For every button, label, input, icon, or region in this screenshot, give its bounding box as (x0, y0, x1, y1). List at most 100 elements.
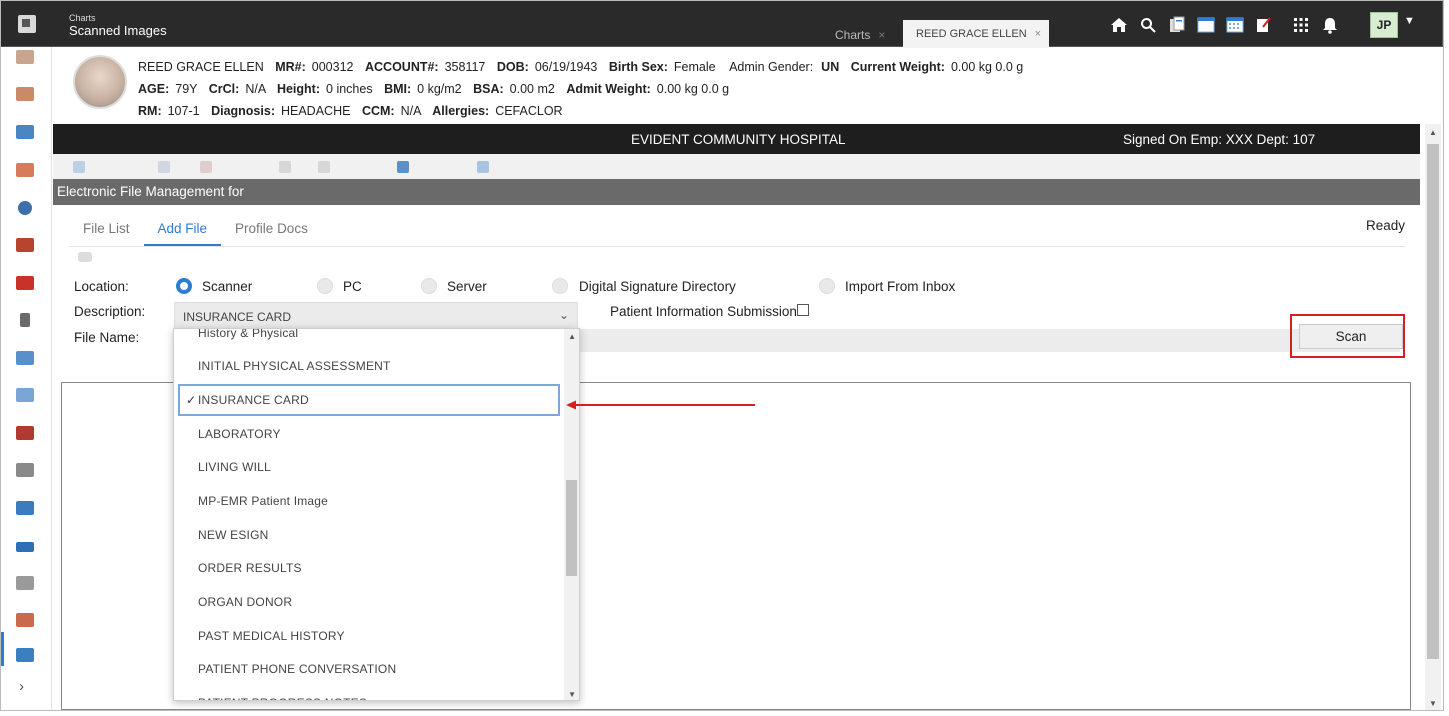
radio-server[interactable] (421, 278, 437, 294)
radio-digital-signature-directory[interactable] (552, 278, 568, 294)
mr-label: MR#: (275, 60, 306, 74)
radio-server-label: Server (447, 279, 487, 294)
scroll-down-icon[interactable]: ▼ (568, 690, 576, 699)
list-item[interactable]: ORGAN DONOR (174, 586, 566, 618)
sidebar-item-calendar-icon[interactable] (16, 501, 34, 515)
sidebar-item-chart-icon[interactable] (16, 163, 34, 177)
sidebar-item-list-icon[interactable] (16, 463, 34, 477)
sidebar-item-send-icon[interactable] (16, 388, 34, 402)
description-select[interactable]: INSURANCE CARD ⌄ (174, 302, 578, 329)
scanner-icon[interactable] (397, 161, 409, 173)
apps-grid-icon[interactable] (1291, 15, 1311, 35)
zoom-in-icon[interactable] (279, 161, 291, 173)
radio-scanner[interactable] (176, 278, 192, 294)
dropdown-scroll-thumb[interactable] (566, 480, 577, 576)
sidebar-item-globe-icon[interactable] (18, 201, 32, 215)
tab-charts-label: Charts (835, 28, 871, 42)
calendar-icon[interactable] (1225, 15, 1245, 35)
scroll-up-icon[interactable]: ▲ (568, 332, 576, 341)
chevron-down-icon[interactable]: ▼ (1404, 15, 1415, 27)
current-weight-value: 0.00 kg 0.0 g (950, 60, 1024, 74)
hospital-bar: EVIDENT COMMUNITY HOSPITAL Signed On Emp… (53, 124, 1420, 154)
page-scrollbar[interactable]: ▲ ▼ (1425, 124, 1441, 710)
send-icon[interactable] (477, 161, 489, 173)
flip-icon[interactable] (200, 161, 212, 173)
birth-sex-label: Birth Sex: (608, 60, 668, 74)
scan-button[interactable]: Scan (1299, 324, 1403, 349)
list-item[interactable]: LIVING WILL (174, 451, 566, 483)
close-icon[interactable]: × (878, 28, 885, 42)
allergies-value: CEFACLOR (495, 104, 563, 118)
user-avatar-button[interactable]: JP (1370, 12, 1398, 38)
list-item[interactable]: History & Physical (174, 329, 566, 349)
breadcrumb-parent[interactable]: Charts (69, 13, 96, 23)
tab-add-file[interactable]: Add File (143, 221, 222, 246)
radio-digital-signature-label: Digital Signature Directory (579, 279, 736, 294)
close-icon[interactable]: × (1035, 28, 1041, 40)
status-text: Ready (1366, 218, 1406, 233)
sidebar-item-book-icon[interactable] (16, 125, 34, 139)
page-scroll-thumb[interactable] (1427, 144, 1439, 659)
sidebar-item-printer-icon[interactable] (16, 351, 34, 365)
search-icon[interactable] (1138, 15, 1158, 35)
bmi-label: BMI: (384, 82, 412, 96)
description-label: Description: (74, 304, 146, 319)
app-logo-icon[interactable] (18, 15, 36, 33)
list-item[interactable]: INITIAL PHYSICAL ASSESSMENT (174, 350, 566, 382)
account-label: ACCOUNT#: (364, 60, 439, 74)
bsa-value: 0.00 m2 (509, 82, 555, 96)
scroll-down-icon[interactable]: ▼ (1429, 699, 1437, 708)
sidebar-item-document-icon[interactable] (16, 576, 34, 590)
filename-label: File Name: (74, 330, 140, 345)
height-value: 0 inches (326, 82, 373, 96)
sidebar-item-form-icon[interactable] (16, 613, 34, 627)
chevron-down-icon: ⌄ (558, 308, 569, 322)
height-label: Height: (276, 82, 321, 96)
sidebar-item-nurse-icon[interactable] (16, 87, 34, 101)
home-icon[interactable] (1109, 15, 1129, 35)
sidebar-item-doctor-icon[interactable] (16, 426, 34, 440)
list-item[interactable]: PATIENT PHONE CONVERSATION (174, 653, 566, 685)
section-title: Electronic File Management for (53, 179, 1420, 205)
list-item[interactable]: MP-EMR Patient Image (174, 485, 566, 517)
dob-value: 06/19/1943 (534, 60, 598, 74)
radio-scanner-label: Scanner (202, 279, 253, 294)
preview-icon[interactable] (78, 252, 92, 262)
tab-charts[interactable]: Charts × (821, 21, 901, 48)
bmi-value: 0 kg/m2 (417, 82, 462, 96)
app-top-bar: Charts Scanned Images Charts × REED GRACE… (0, 0, 1443, 48)
mr-value: 000312 (311, 60, 354, 74)
sidebar-item-patient-icon[interactable] (16, 50, 34, 64)
list-item[interactable]: PAST MEDICAL HISTORY (174, 620, 566, 652)
dropdown-scrollbar[interactable]: ▲ ▼ (564, 329, 579, 700)
rotate-icon[interactable] (158, 161, 170, 173)
sidebar-item-person-icon[interactable] (16, 238, 34, 252)
bell-icon[interactable] (1320, 15, 1340, 35)
sidebar-item-phone-icon[interactable] (20, 313, 30, 327)
zoom-out-icon[interactable] (318, 161, 330, 173)
list-item[interactable]: ORDER RESULTS (174, 552, 566, 584)
tool-bar (53, 154, 1420, 179)
radio-import-from-inbox[interactable] (819, 278, 835, 294)
list-item-label: INSURANCE CARD (198, 393, 309, 407)
chevron-right-icon[interactable]: › (19, 678, 24, 695)
sidebar-item-scanner-icon[interactable] (16, 648, 34, 662)
documents-icon[interactable] (1167, 15, 1187, 35)
zoom-icon[interactable] (73, 161, 85, 173)
notes-icon[interactable] (1254, 15, 1274, 35)
tab-patient[interactable]: REED GRACE ELLEN × (903, 20, 1049, 48)
tab-profile-docs[interactable]: Profile Docs (221, 221, 322, 246)
sidebar-item-bar-chart-icon[interactable] (16, 542, 34, 552)
scroll-up-icon[interactable]: ▲ (1429, 128, 1437, 137)
patient-info-checkbox[interactable] (797, 304, 809, 316)
list-item[interactable]: PATIENT PROGRESS NOTES (174, 687, 566, 700)
description-value: INSURANCE CARD (183, 310, 292, 324)
radio-pc[interactable] (317, 278, 333, 294)
list-item-selected[interactable]: ✓ INSURANCE CARD (178, 384, 560, 416)
filename-input[interactable] (578, 329, 1400, 352)
window-icon[interactable] (1196, 15, 1216, 35)
sidebar-item-pills-icon[interactable] (16, 276, 34, 290)
list-item[interactable]: LABORATORY (174, 418, 566, 450)
tab-file-list[interactable]: File List (69, 221, 144, 246)
list-item[interactable]: NEW ESIGN (174, 519, 566, 551)
